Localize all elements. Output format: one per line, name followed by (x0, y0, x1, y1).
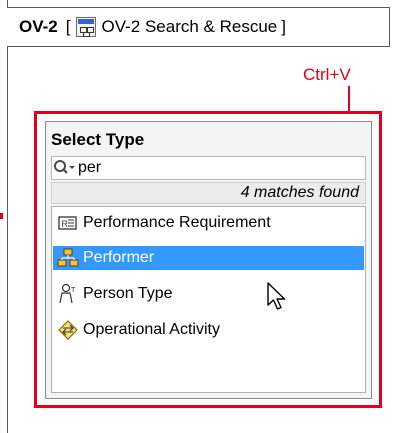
tab-close-bracket: ] (281, 17, 286, 36)
result-item-performance-requirement[interactable]: R Performance Requirement (53, 211, 364, 235)
diagram-name: OV-2 Search & Rescue (101, 17, 278, 36)
diagram-frame-left-border (7, 0, 8, 433)
search-value: per (78, 159, 102, 176)
select-type-popup: Select Type per 4 matches found R Perfor… (45, 121, 372, 399)
result-label: Person Type (83, 285, 173, 302)
matches-count: 4 matches found (51, 182, 366, 204)
result-item-operational-activity[interactable]: Operational Activity (53, 318, 364, 342)
result-label: Performer (83, 249, 155, 266)
result-item-performer[interactable]: Performer (53, 246, 364, 270)
callout-line (348, 86, 350, 113)
tab-open-bracket: [ (65, 17, 71, 36)
svg-text:R: R (62, 219, 69, 229)
svg-text:T: T (71, 287, 76, 294)
selection-marker (0, 213, 3, 219)
diagram-tab-divider (7, 46, 388, 47)
ov2-diagram-icon (76, 17, 97, 37)
person-type-icon: T (57, 283, 79, 305)
diagram-id: OV-2 (19, 17, 58, 36)
performer-icon (57, 247, 79, 269)
result-label: Performance Requirement (83, 214, 271, 231)
diagram-tab-header[interactable]: OV-2 [ OV-2 Search & Rescue ] (19, 14, 286, 40)
results-list: R Performance Requirement Performer T Pe… (51, 206, 366, 393)
type-search-input[interactable]: per (51, 156, 366, 180)
result-item-person-type[interactable]: T Person Type (53, 282, 364, 306)
result-label: Operational Activity (83, 321, 220, 338)
paste-shortcut-label: Ctrl+V (303, 65, 351, 84)
popup-title: Select Type (51, 130, 145, 149)
mouse-pointer-icon (267, 282, 286, 310)
requirement-icon: R (57, 212, 79, 234)
search-icon[interactable] (52, 157, 78, 179)
operational-activity-icon (57, 319, 79, 341)
